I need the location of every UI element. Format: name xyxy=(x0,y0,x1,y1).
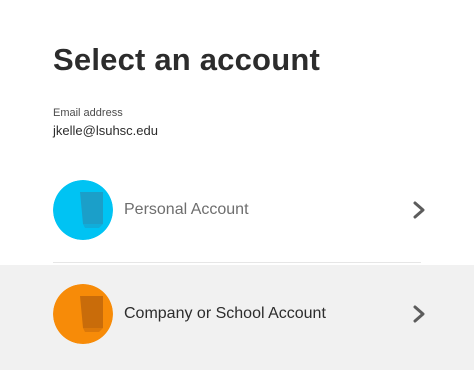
personal-account-option[interactable]: Personal Account xyxy=(0,163,474,258)
personal-account-label: Personal Account xyxy=(124,201,249,218)
account-picker-page: Select an account Email address jkelle@l… xyxy=(0,0,474,370)
divider xyxy=(53,262,421,263)
page-title: Select an account xyxy=(53,42,320,77)
company-account-label: Company or School Account xyxy=(124,305,326,322)
company-account-option[interactable]: Company or School Account xyxy=(0,265,474,370)
email-value: jkelle@lsuhsc.edu xyxy=(53,123,158,138)
personal-account-icon xyxy=(53,180,113,240)
chevron-right-icon xyxy=(413,201,425,219)
email-label: Email address xyxy=(53,107,123,119)
company-account-icon xyxy=(53,284,113,344)
chevron-right-icon xyxy=(413,305,425,323)
